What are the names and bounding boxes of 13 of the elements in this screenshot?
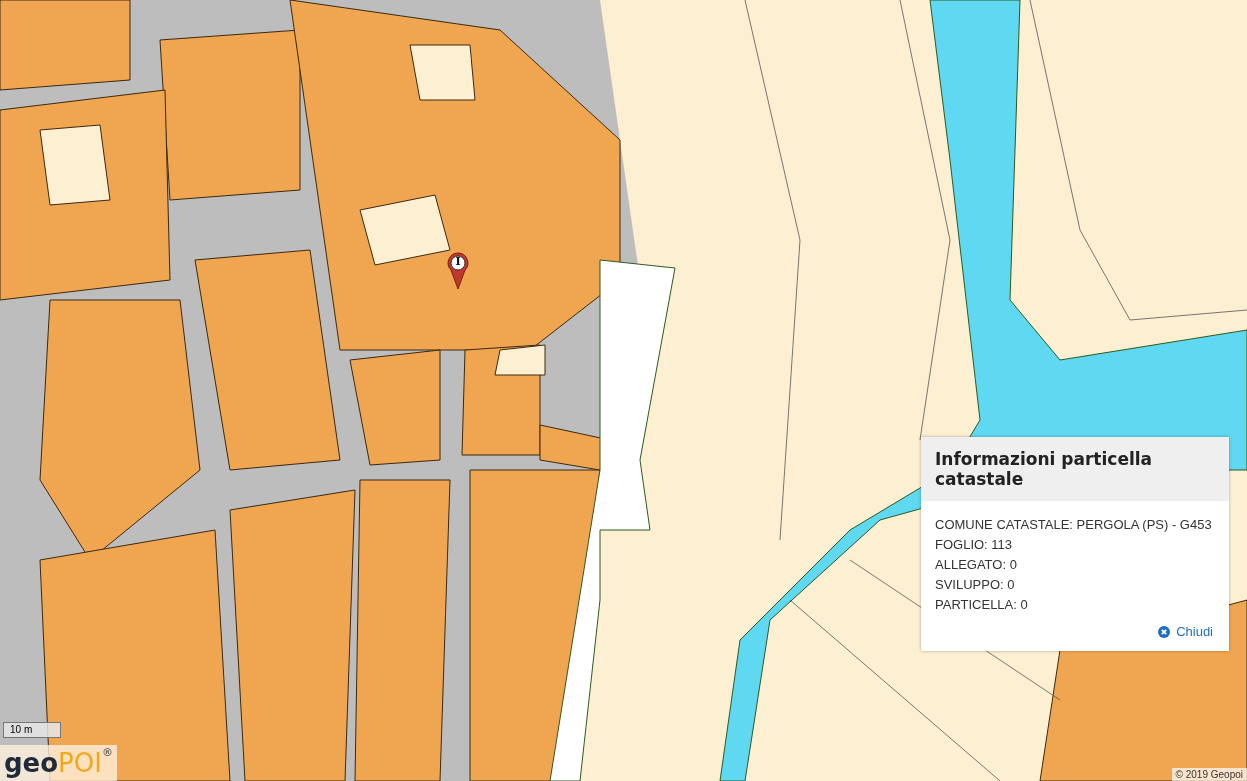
parcel-info-line: FOGLIO: 113 xyxy=(935,536,1014,554)
map-pin-icon[interactable]: I xyxy=(446,251,470,291)
close-icon xyxy=(1158,625,1171,638)
parcel-info-line: SVILUPPO: 0 xyxy=(935,576,1016,594)
geopoi-logo: geoPOI® xyxy=(0,745,117,781)
close-link[interactable]: Chiudi xyxy=(1158,624,1213,639)
attribution-text: © 2019 Geopoi xyxy=(1171,768,1247,781)
scale-bar: 10 m xyxy=(3,722,61,738)
parcel-info-line: ALLEGATO: 0 xyxy=(935,556,1018,574)
pin-label: I xyxy=(454,255,462,269)
parcel-info-line: PARTICELLA: 0 xyxy=(935,596,1029,614)
popup-title: Informazioni particella catastale xyxy=(921,437,1229,501)
parcel-info-line: COMUNE CATASTALE: PERGOLA (PS) - G453 xyxy=(935,516,1213,534)
